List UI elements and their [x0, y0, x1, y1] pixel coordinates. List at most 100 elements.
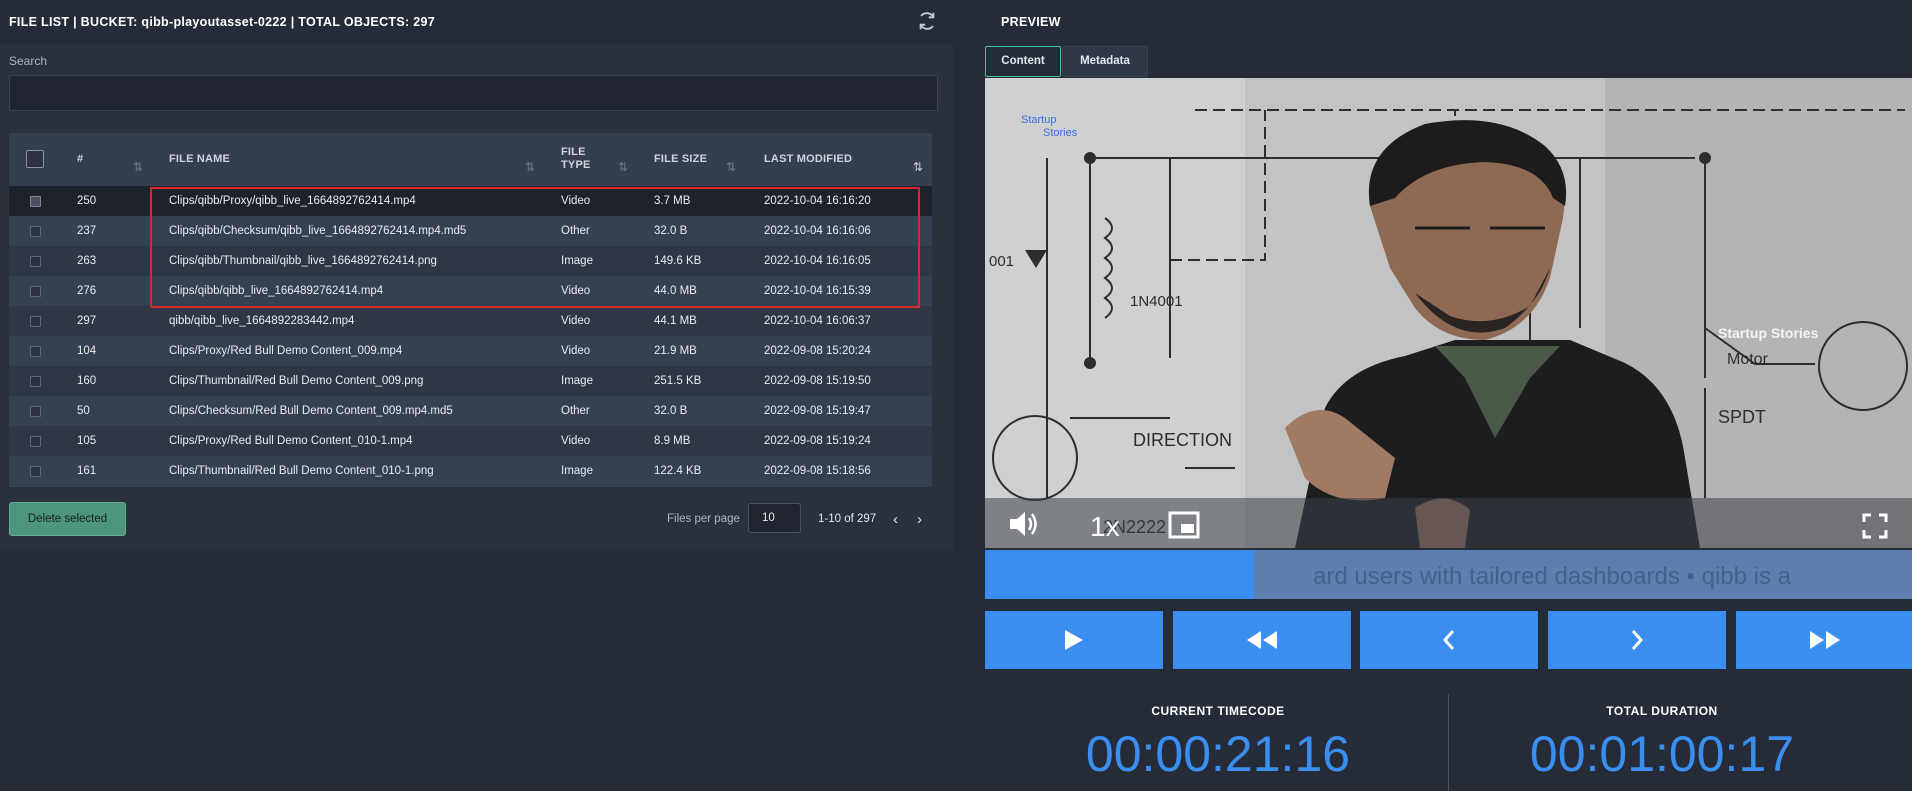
table-row[interactable]: 104 Clips/Proxy/Red Bull Demo Content_009… [9, 336, 932, 366]
cell-file-name: Clips/Checksum/Red Bull Demo Content_009… [169, 405, 453, 417]
row-checkbox[interactable] [30, 346, 41, 357]
next-page-icon[interactable]: › [917, 511, 922, 528]
playback-speed-button[interactable]: 1x [1090, 511, 1120, 543]
row-checkbox[interactable] [30, 316, 41, 327]
sort-icon[interactable]: ⇅ [525, 160, 535, 174]
sort-icon[interactable]: ⇅ [726, 160, 736, 174]
previous-frame-button[interactable] [1360, 611, 1538, 669]
column-header-file-size[interactable]: FILE SIZE [654, 153, 707, 165]
cell-number: 50 [77, 405, 90, 417]
cell-file-size: 251.5 KB [654, 375, 702, 387]
svg-text:001: 001 [989, 253, 1014, 270]
video-player[interactable]: 1N4001 001 DIRECTION Motor SPDT Startup … [985, 78, 1912, 548]
cell-file-name: Clips/Thumbnail/Red Bull Demo Content_01… [169, 465, 434, 477]
chevron-right-icon [1631, 630, 1644, 650]
table-row[interactable]: 105 Clips/Proxy/Red Bull Demo Content_010… [9, 426, 932, 456]
sort-desc-icon[interactable]: ⇅ [913, 160, 923, 174]
cell-file-size: 44.1 MB [654, 315, 697, 327]
prev-page-icon[interactable]: ‹ [893, 511, 898, 528]
file-list-title: FILE LIST | BUCKET: qibb-playoutasset-02… [9, 15, 435, 29]
table-row[interactable]: 276 Clips/qibb/qibb_live_1664892762414.mp… [9, 276, 932, 306]
file-list-panel: FILE LIST | BUCKET: qibb-playoutasset-02… [0, 0, 953, 551]
cell-last-modified: 2022-10-04 16:16:05 [764, 255, 871, 267]
video-controls-bar [985, 498, 1912, 548]
cell-last-modified: 2022-09-08 15:19:50 [764, 375, 871, 387]
cell-number: 297 [77, 315, 97, 327]
cell-file-size: 32.0 B [654, 225, 688, 237]
cell-file-size: 3.7 MB [654, 195, 691, 207]
cell-file-size: 21.9 MB [654, 345, 697, 357]
svg-text:Startup Stories: Startup Stories [1718, 325, 1819, 341]
cell-file-type: Video [561, 315, 591, 327]
current-timecode-value: 00:00:21:16 [1085, 726, 1351, 782]
cell-file-type: Video [561, 435, 591, 447]
table-row[interactable]: 263 Clips/qibb/Thumbnail/qibb_live_166489… [9, 246, 932, 276]
cell-file-size: 32.0 B [654, 405, 688, 417]
delete-selected-button[interactable]: Delete selected [9, 502, 126, 536]
cell-file-size: 149.6 KB [654, 255, 702, 267]
timeline-progress-bar[interactable]: ard users with tailored dashboards • qib… [985, 550, 1912, 599]
sort-icon[interactable]: ⇅ [133, 160, 143, 174]
row-checkbox[interactable] [30, 436, 41, 447]
cell-file-name: Clips/qibb/Proxy/qibb_live_1664892762414… [169, 195, 416, 207]
row-checkbox[interactable] [30, 226, 41, 237]
table-row[interactable]: 50 Clips/Checksum/Red Bull Demo Content_0… [9, 396, 932, 426]
table-row[interactable]: 297 qibb/qibb_live_1664892283442.mp4 Video… [9, 306, 932, 336]
table-divider [9, 486, 932, 487]
video-frame: 1N4001 001 DIRECTION Motor SPDT Startup … [985, 78, 1912, 548]
column-header-number[interactable]: # [77, 153, 83, 165]
row-checkbox[interactable] [30, 406, 41, 417]
cell-last-modified: 2022-10-04 16:16:20 [764, 195, 871, 207]
tab-content[interactable]: Content [985, 46, 1061, 77]
cell-file-name: Clips/Thumbnail/Red Bull Demo Content_00… [169, 375, 424, 387]
picture-in-picture-icon[interactable] [1168, 511, 1200, 539]
cell-file-type: Image [561, 375, 593, 387]
volume-icon[interactable] [1007, 509, 1039, 539]
progress-fill [985, 550, 1254, 599]
cell-number: 105 [77, 435, 97, 447]
svg-text:1N4001: 1N4001 [1130, 293, 1183, 310]
svg-text:Startup: Startup [1021, 114, 1056, 126]
column-header-last-modified[interactable]: LAST MODIFIED [764, 153, 852, 165]
fullscreen-icon[interactable] [1862, 513, 1888, 539]
cell-number: 263 [77, 255, 97, 267]
cell-last-modified: 2022-10-04 16:06:37 [764, 315, 871, 327]
row-checkbox[interactable] [30, 256, 41, 267]
sort-icon[interactable]: ⇅ [618, 160, 628, 174]
table-header: # ⇅ FILE NAME ⇅ FILE TYPE ⇅ FILE SIZE ⇅ … [9, 133, 932, 186]
preview-title: PREVIEW [1001, 15, 1061, 29]
refresh-icon[interactable] [916, 10, 938, 32]
svg-text:Stories: Stories [1043, 127, 1078, 139]
fast-forward-button[interactable] [1736, 611, 1912, 669]
files-per-page-input[interactable] [748, 503, 801, 533]
total-duration-label: TOTAL DURATION [1606, 704, 1718, 718]
table-row[interactable]: 250 Clips/qibb/Proxy/qibb_live_1664892762… [9, 186, 932, 216]
column-header-file-type-line2[interactable]: TYPE [561, 159, 591, 171]
search-input[interactable] [9, 75, 938, 111]
next-frame-button[interactable] [1548, 611, 1726, 669]
play-button[interactable] [985, 611, 1163, 669]
cell-file-type: Other [561, 405, 590, 417]
cell-last-modified: 2022-09-08 15:19:24 [764, 435, 871, 447]
row-checkbox[interactable] [30, 286, 41, 297]
cell-file-type: Video [561, 285, 591, 297]
cell-file-type: Other [561, 225, 590, 237]
select-all-checkbox[interactable] [26, 150, 44, 168]
table-row[interactable]: 160 Clips/Thumbnail/Red Bull Demo Content… [9, 366, 932, 396]
row-checkbox[interactable] [30, 196, 41, 207]
row-checkbox[interactable] [30, 376, 41, 387]
column-header-file-name[interactable]: FILE NAME [169, 153, 230, 165]
cell-file-size: 44.0 MB [654, 285, 697, 297]
cell-last-modified: 2022-09-08 15:19:47 [764, 405, 871, 417]
table-row[interactable]: 237 Clips/qibb/Checksum/qibb_live_1664892… [9, 216, 932, 246]
rewind-button[interactable] [1173, 611, 1351, 669]
table-row[interactable]: 161 Clips/Thumbnail/Red Bull Demo Content… [9, 456, 932, 486]
preview-panel: PREVIEW Content Metadata 1N4001 001 DIRE… [985, 0, 1912, 791]
column-header-file-type-line1[interactable]: FILE [561, 146, 586, 158]
chevron-left-icon [1442, 630, 1455, 650]
tab-metadata[interactable]: Metadata [1062, 46, 1148, 77]
cell-file-size: 8.9 MB [654, 435, 691, 447]
total-duration-value: 00:01:00:17 [1529, 726, 1795, 782]
row-checkbox[interactable] [30, 466, 41, 477]
svg-text:SPDT: SPDT [1718, 407, 1766, 427]
